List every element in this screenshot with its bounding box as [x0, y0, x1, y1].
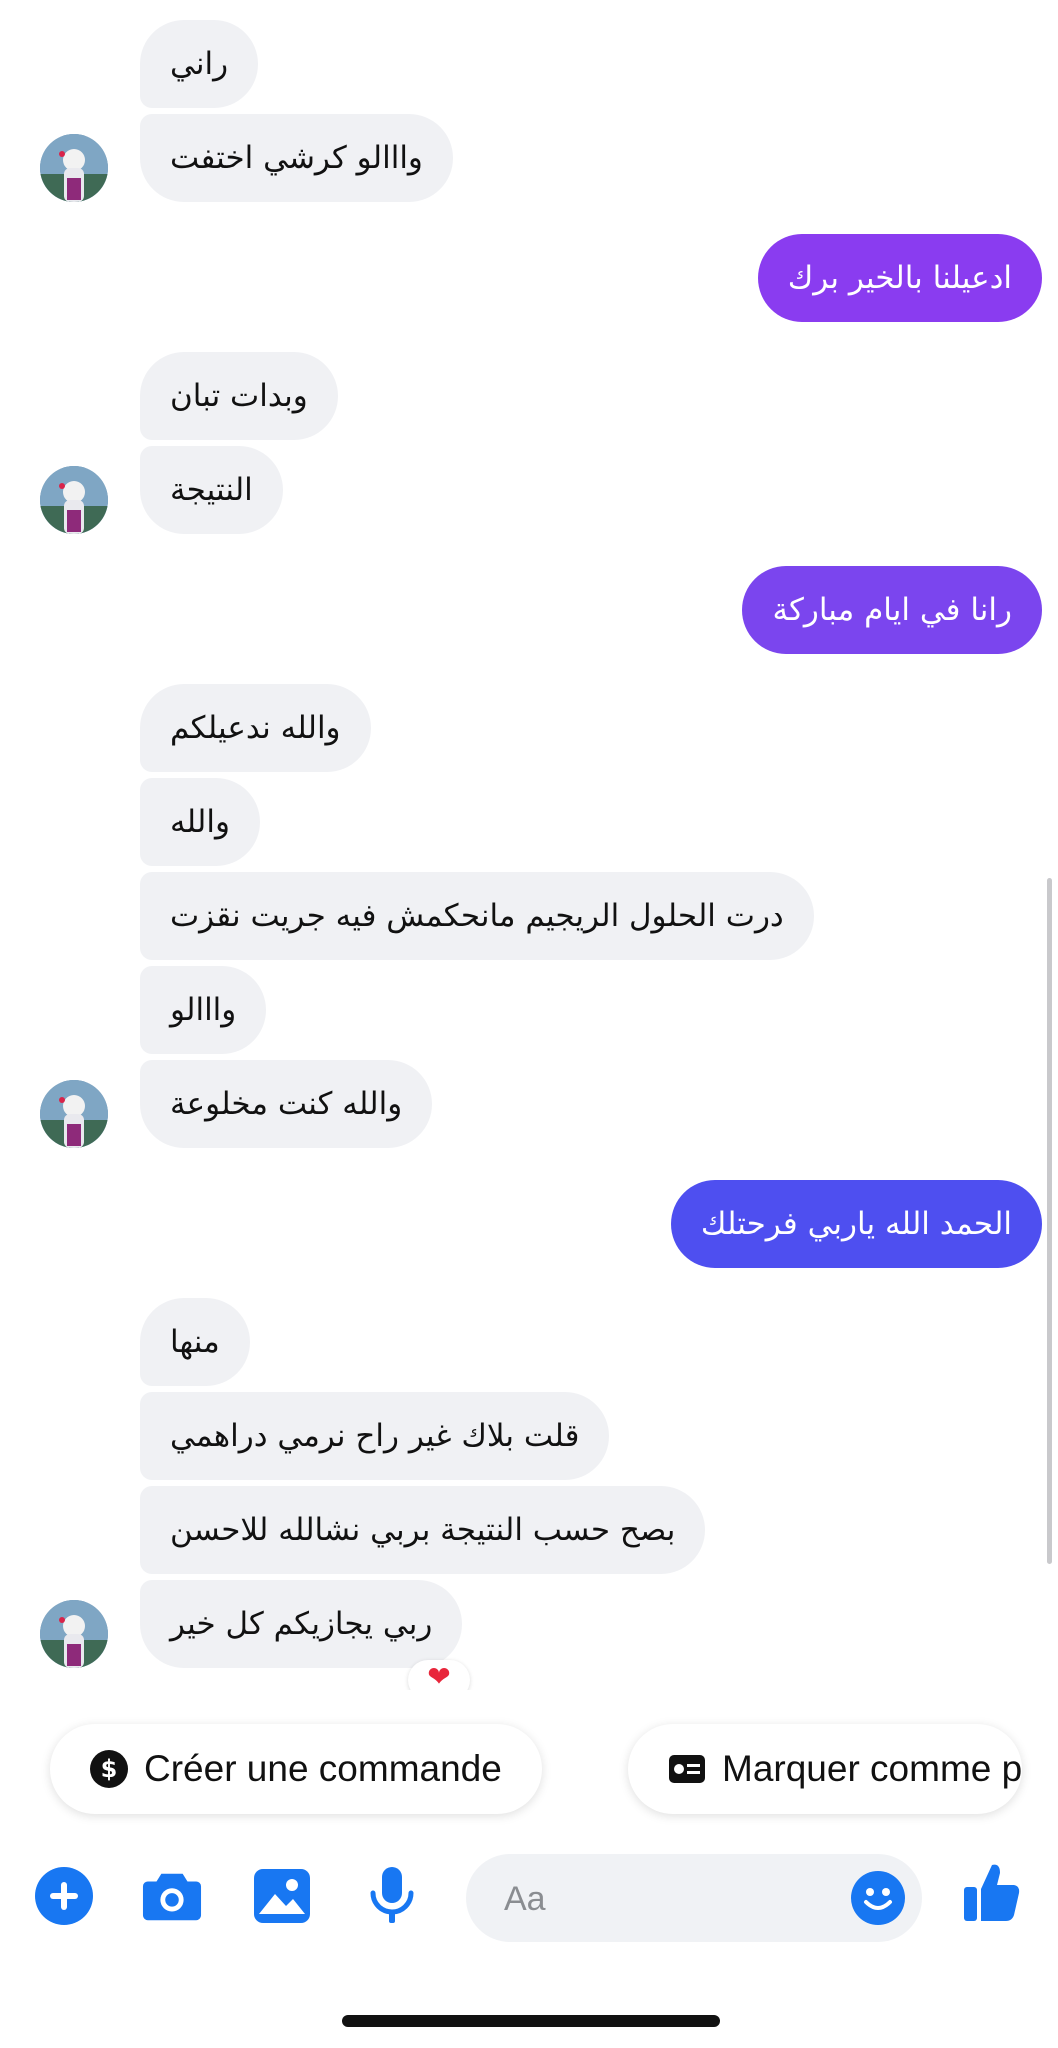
avatar-image: [40, 134, 108, 202]
message-text: وبدات تبان: [170, 378, 308, 414]
message-incoming[interactable]: النتيجة: [140, 446, 283, 534]
message-reaction[interactable]: ❤: [408, 1660, 470, 1690]
conversation-thread: راني وااالو كرشي اختفت ادعيلنا بالخير بر…: [0, 0, 1058, 1690]
message-text: ربي يجازيكم كل خير: [170, 1606, 433, 1642]
message-text: وااالو كرشي اختفت: [170, 140, 423, 176]
avatar-image: [40, 1600, 108, 1668]
message-incoming[interactable]: وااالو: [140, 966, 267, 1054]
message-text: قلت بلاك غير راح نرمي دراهمي: [170, 1418, 580, 1454]
emoji-icon[interactable]: [850, 1870, 906, 1930]
svg-text:$: $: [101, 1755, 118, 1783]
message-incoming[interactable]: وبدات تبان: [140, 352, 338, 440]
message-incoming[interactable]: منها: [140, 1298, 250, 1386]
message-incoming[interactable]: درت الحلول الريجيم مانحكمش فيه جريت نقزت: [140, 872, 814, 960]
thumbs-up-icon[interactable]: [962, 1862, 1022, 1922]
message-text: والله كنت مخلوعة: [170, 1086, 403, 1122]
chip-label: Créer une commande: [144, 1748, 502, 1789]
message-outgoing[interactable]: ادعيلنا بالخير برك: [757, 234, 1042, 322]
message-text: والله: [170, 804, 230, 840]
message-incoming[interactable]: ربي يجازيكم كل خير: [140, 1580, 463, 1668]
contact-avatar[interactable]: [40, 1080, 108, 1148]
message-text: وااالو: [170, 992, 237, 1028]
contact-avatar[interactable]: [40, 134, 108, 202]
message-text: رانا في ايام مباركة: [772, 592, 1012, 628]
dollar-icon: $: [90, 1750, 128, 1788]
heart-icon: ❤: [427, 1660, 451, 1690]
message-text: والله ندعيلكم: [170, 710, 341, 746]
scrollbar[interactable]: [1047, 878, 1052, 1564]
message-incoming[interactable]: والله ندعيلكم: [140, 684, 371, 772]
plus-icon[interactable]: [34, 1866, 94, 1926]
message-text: النتيجة: [170, 472, 253, 508]
contact-avatar[interactable]: [40, 466, 108, 534]
id-card-icon: [668, 1754, 706, 1784]
message-text: راني: [170, 46, 229, 82]
message-incoming[interactable]: والله: [140, 778, 260, 866]
message-incoming[interactable]: راني: [140, 20, 259, 108]
message-composer[interactable]: [466, 1854, 922, 1944]
message-outgoing[interactable]: الحمد الله ياربي فرحتلك: [670, 1180, 1042, 1268]
create-order-chip[interactable]: $ Créer une commande: [50, 1724, 542, 1814]
message-outgoing[interactable]: رانا في ايام مباركة: [742, 566, 1042, 654]
home-indicator[interactable]: [342, 2015, 720, 2027]
avatar-image: [40, 466, 108, 534]
message-incoming[interactable]: وااالو كرشي اختفت: [140, 114, 453, 202]
mark-as-chip[interactable]: Marquer comme p: [628, 1724, 1023, 1814]
chip-label: Marquer comme p: [722, 1748, 1023, 1789]
message-text: بصح حسب النتيجة بربي نشالله للاحسن: [170, 1512, 676, 1548]
microphone-icon[interactable]: [362, 1866, 422, 1926]
message-text: ادعيلنا بالخير برك: [787, 260, 1012, 296]
contact-avatar[interactable]: [40, 1600, 108, 1668]
camera-icon[interactable]: [142, 1866, 202, 1926]
message-incoming[interactable]: بصح حسب النتيجة بربي نشالله للاحسن: [140, 1486, 706, 1574]
gallery-icon[interactable]: [252, 1866, 312, 1926]
message-input[interactable]: [502, 1854, 826, 1944]
message-text: الحمد الله ياربي فرحتلك: [700, 1206, 1012, 1242]
message-text: درت الحلول الريجيم مانحكمش فيه جريت نقزت: [170, 898, 784, 934]
message-incoming[interactable]: والله كنت مخلوعة: [140, 1060, 433, 1148]
message-incoming[interactable]: قلت بلاك غير راح نرمي دراهمي: [140, 1392, 610, 1480]
avatar-image: [40, 1080, 108, 1148]
message-text: منها: [170, 1324, 220, 1360]
